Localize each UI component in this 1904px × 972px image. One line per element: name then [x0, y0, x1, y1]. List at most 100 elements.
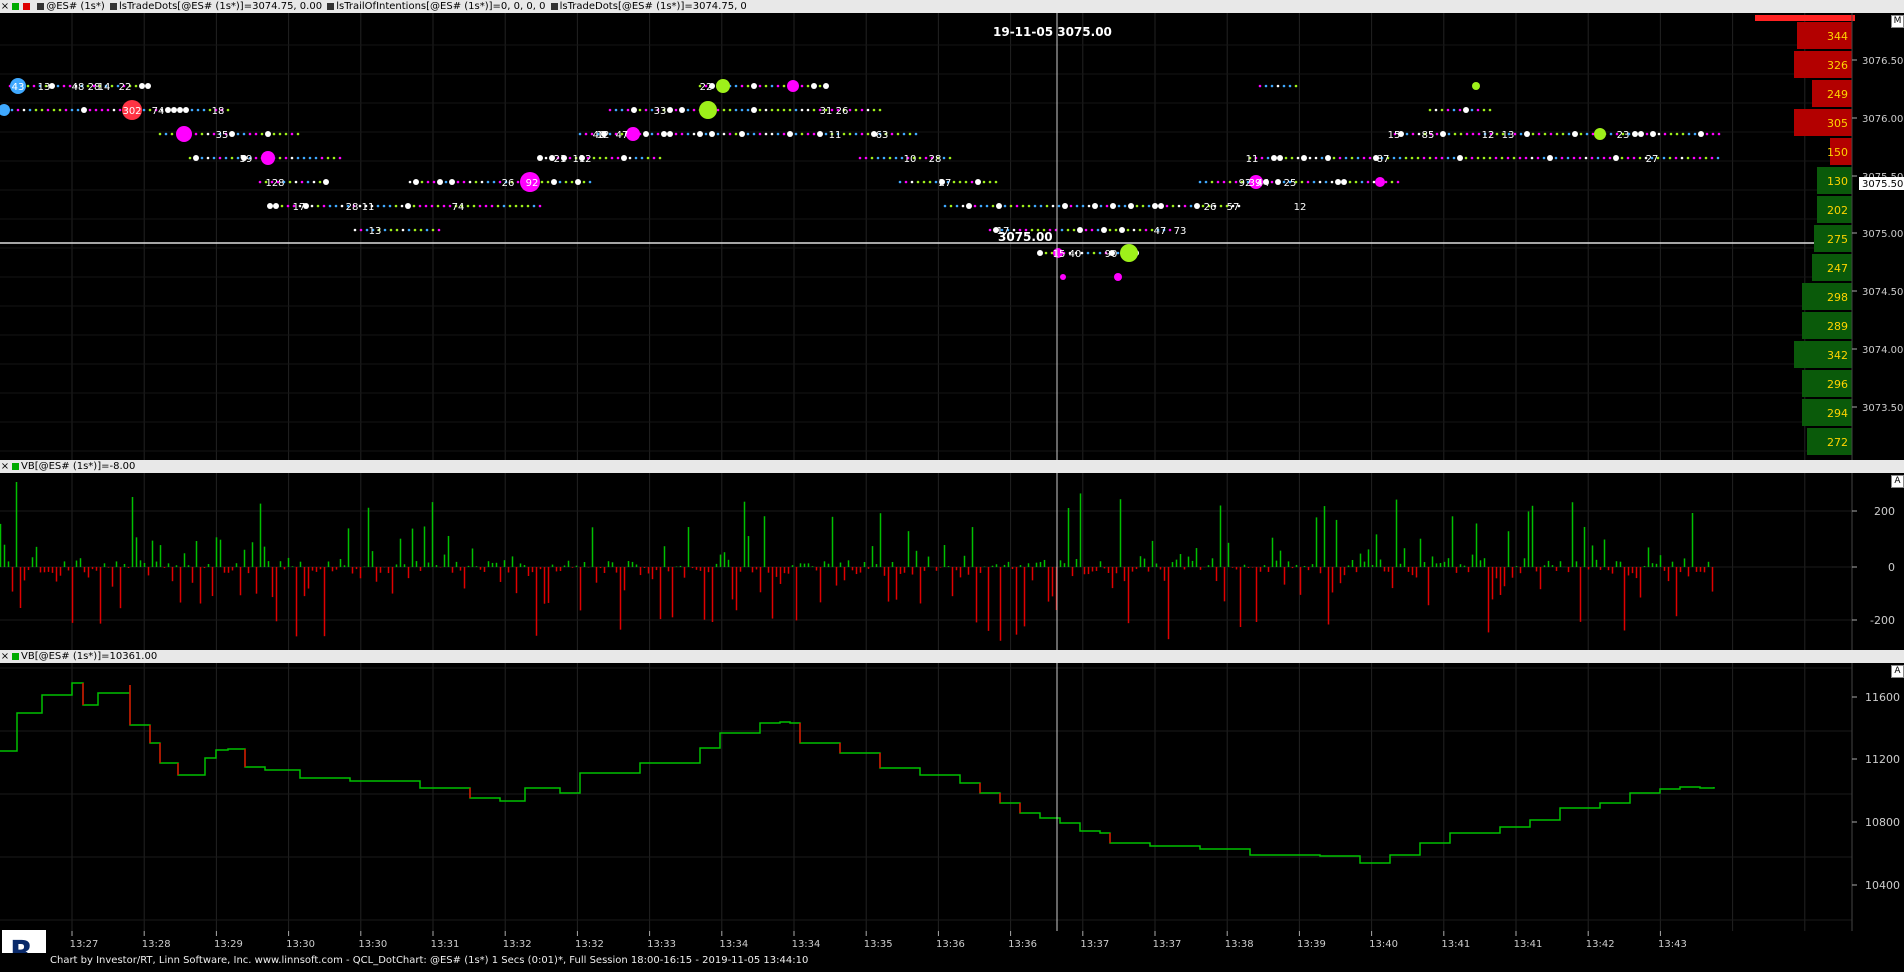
trade-dot [1428, 108, 1432, 112]
trade-size-label: 23 [1617, 130, 1630, 141]
cumulative-delta-line[interactable]: 1160011200108001040010000 [0, 663, 1904, 931]
time-axis-label: 13:36 [936, 939, 965, 950]
trade-dot [806, 108, 810, 112]
trade-dot [551, 179, 557, 185]
trade-dot [419, 228, 423, 232]
dot-chart[interactable]: 43 13 48 2814 22302 74 18355912817 28 11137426 92… [0, 13, 1904, 460]
indicator-label: VB[@ES# (1s*)]=-8.00 [21, 461, 136, 472]
volume-profile-value: 342 [1827, 349, 1848, 362]
trade-dot [1128, 203, 1134, 209]
trade-dot [1332, 156, 1336, 160]
trade-dot [1476, 156, 1480, 160]
trade-dot [1543, 132, 1547, 136]
trade-dot [1398, 156, 1402, 160]
trade-dot [1572, 131, 1578, 137]
trade-dot [46, 108, 50, 112]
trade-dot [782, 84, 786, 88]
trade-dot [236, 132, 240, 136]
trade-dot [278, 132, 282, 136]
cum-axis-label: 10400 [1865, 879, 1900, 892]
trade-dot [1360, 180, 1364, 184]
trade-dot [812, 132, 816, 136]
trade-dot [546, 180, 550, 184]
trade-dot [621, 155, 627, 161]
indicator-label: VB[@ES# (1s*)]=10361.00 [21, 651, 158, 662]
trade-size-label: 28 [346, 202, 359, 213]
trade-dot [1704, 156, 1708, 160]
trade-dot [922, 180, 926, 184]
autoscale-button[interactable]: A [1891, 665, 1904, 678]
trade-dot [746, 132, 750, 136]
trade-dot [1681, 132, 1685, 136]
trade-size-label: 47 [616, 130, 629, 141]
trade-dot [896, 132, 900, 136]
trade-dot [584, 132, 588, 136]
trade-dot [806, 132, 810, 136]
volume-profile-value: 202 [1827, 204, 1848, 217]
trade-dot [740, 108, 744, 112]
trade-dot [165, 107, 171, 113]
trade-dot [260, 132, 264, 136]
trade-dot [943, 204, 947, 208]
delta-axis-label: 200 [1874, 505, 1895, 518]
trade-size-label: 26 [1204, 202, 1217, 213]
time-axis-label: 13:38 [1225, 939, 1254, 950]
legend-swatch [12, 462, 19, 470]
trade-dot [496, 204, 500, 208]
trade-dot [823, 83, 829, 89]
trade-dot [306, 180, 310, 184]
trade-dot [776, 132, 780, 136]
trade-dot [568, 156, 572, 160]
trade-dot [866, 108, 870, 112]
trade-dot [290, 132, 294, 136]
price-pane[interactable]: 43 13 48 28 14 22 302 74 18 35 59 128 17 28 11 13 74 26 92… [0, 13, 1904, 460]
maximize-button[interactable]: M [1891, 15, 1904, 28]
trade-dot [164, 132, 168, 136]
autoscale-button[interactable]: A [1891, 475, 1904, 488]
trade-dot [758, 132, 762, 136]
trade-dot [1152, 203, 1158, 209]
trade-size-label: 92 [526, 178, 539, 189]
trade-dot [442, 204, 446, 208]
trade-dot [996, 203, 1002, 209]
trade-dot [389, 228, 393, 232]
trade-dot [758, 84, 762, 88]
trade-dot [472, 204, 476, 208]
trade-dot [431, 228, 435, 232]
close-pane-icon[interactable]: × [0, 460, 10, 473]
legend-swatch [327, 2, 335, 10]
trade-dot [1204, 180, 1208, 184]
time-axis-label: 13:41 [1441, 939, 1470, 950]
trade-size-label: 12 [1294, 202, 1307, 213]
trade-dot [904, 180, 908, 184]
time-axis-label: 13:30 [358, 939, 387, 950]
time-axis-label: 13:41 [1514, 939, 1543, 950]
trade-dot [1210, 180, 1214, 184]
trade-dot [952, 180, 956, 184]
trade-dot [538, 204, 542, 208]
trade-dot [1506, 156, 1510, 160]
close-pane-icon[interactable]: × [0, 0, 10, 13]
trade-dot [1591, 132, 1595, 136]
trade-dot [145, 83, 151, 89]
trade-dot [1072, 228, 1076, 232]
close-pane-icon[interactable]: × [0, 650, 10, 663]
trade-size-label: 74 [452, 202, 465, 213]
trade-dot [1037, 250, 1043, 256]
delta-axis-label: 0 [1888, 561, 1895, 574]
trade-dot [1117, 204, 1121, 208]
cum-pane[interactable]: 1160011200108001040010000 A [0, 663, 1904, 931]
delta-histogram[interactable]: 200 0 -200 [0, 473, 1904, 650]
trade-dot [1716, 156, 1720, 160]
trade-dot [1668, 156, 1672, 160]
delta-pane[interactable]: 200 0 -200 A [0, 473, 1904, 650]
trade-dot [206, 156, 210, 160]
trade-dot [934, 180, 938, 184]
trade-dot [273, 203, 279, 209]
trade-size-label: 57 [1227, 202, 1240, 213]
trade-dot [739, 131, 745, 137]
trade-dot [196, 108, 200, 112]
trade-dot [1519, 132, 1523, 136]
trade-dot [1356, 156, 1360, 160]
trade-size-label: 47 [1154, 226, 1167, 237]
